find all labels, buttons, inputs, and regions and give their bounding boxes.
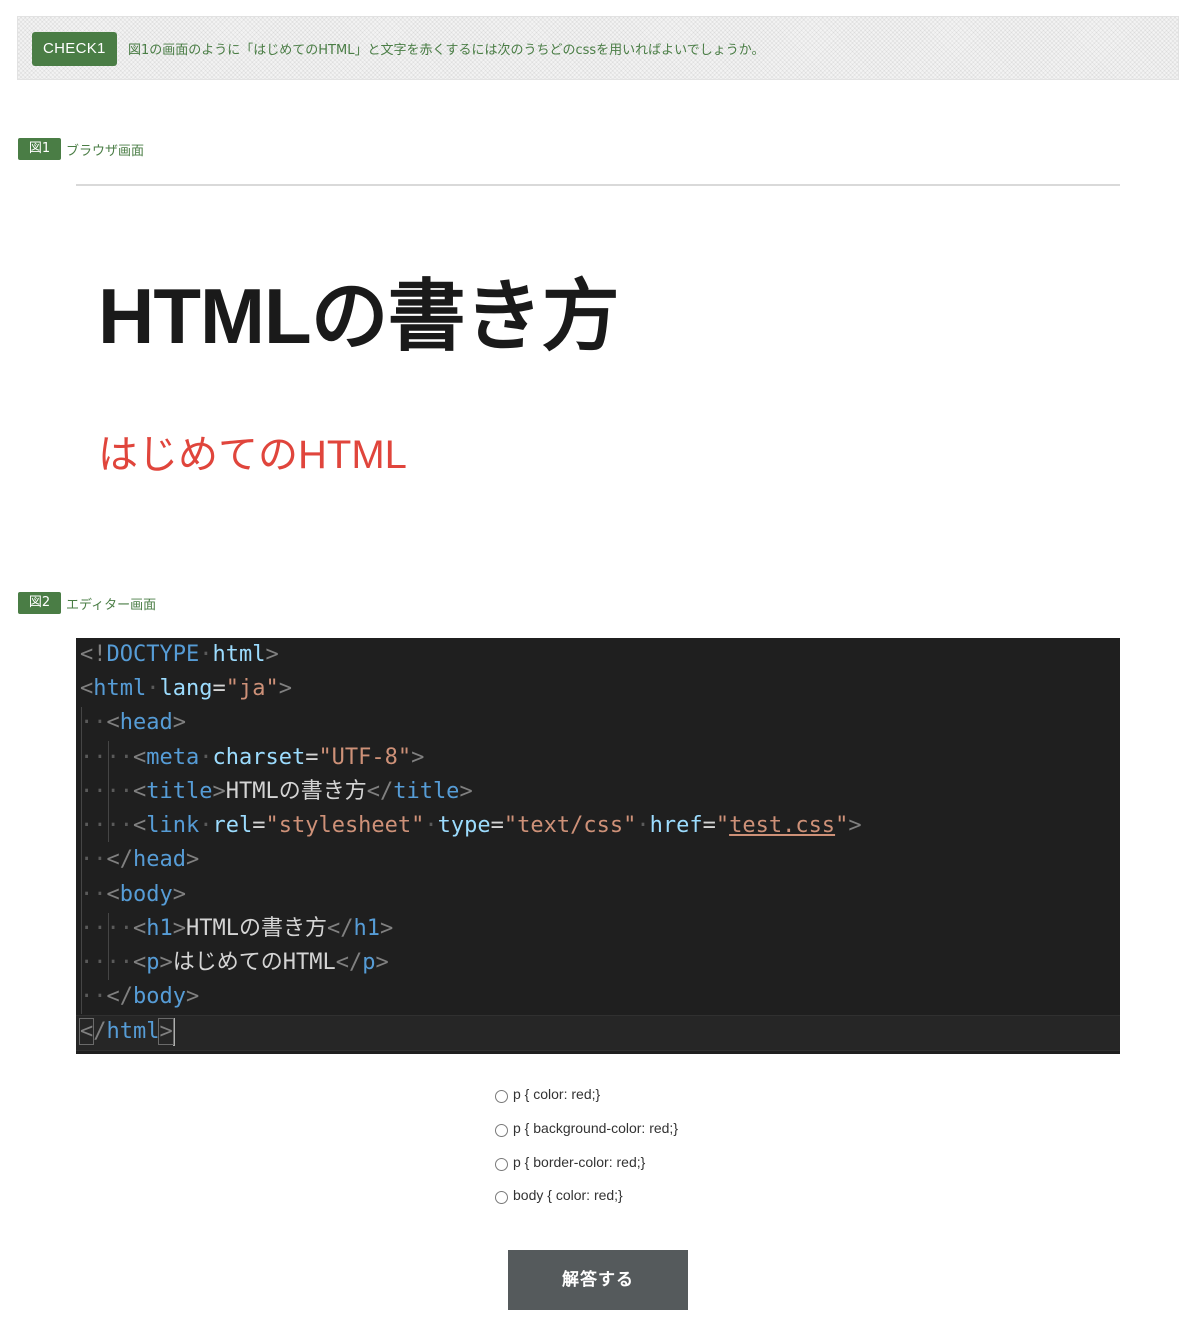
radio-button[interactable] bbox=[495, 1191, 508, 1204]
question-text: 図1の画面のように「はじめてのHTML」と文字を赤くするには次のうちどのcssを… bbox=[128, 43, 765, 58]
figure1-caption: ブラウザ画面 bbox=[66, 144, 145, 159]
radio-button[interactable] bbox=[495, 1090, 508, 1103]
code-line: ··</body> bbox=[80, 984, 200, 1009]
browser-divider bbox=[76, 184, 1120, 186]
code-editor[interactable]: <!DOCTYPE·html> <html·lang="ja"> ··<head… bbox=[76, 638, 1120, 1054]
figure2-caption: エディター画面 bbox=[66, 598, 157, 613]
code-line: ····<meta·charset="UTF-8"> bbox=[80, 745, 425, 770]
submit-answer-button[interactable]: 解答する bbox=[508, 1250, 688, 1310]
current-line-highlight bbox=[76, 1015, 1120, 1051]
code-line: ··</head> bbox=[80, 847, 200, 872]
figure1-badge: 図1 bbox=[18, 138, 61, 160]
browser-heading: HTMLの書き方 bbox=[98, 272, 620, 360]
code-line: ····<link·rel="stylesheet"·type="text/cs… bbox=[80, 813, 862, 838]
text-cursor bbox=[172, 1018, 175, 1046]
code-line: ····<h1>HTMLの書き方</h1> bbox=[80, 916, 394, 941]
radio-button[interactable] bbox=[495, 1124, 508, 1137]
code-line: ··<head> bbox=[80, 710, 186, 735]
code-line: <!DOCTYPE·html> bbox=[80, 642, 279, 667]
option-label: body { color: red;} bbox=[513, 1187, 623, 1203]
check-badge: CHECK1 bbox=[32, 32, 117, 66]
option-label: p { background-color: red;} bbox=[513, 1120, 678, 1136]
code-line: ··<body> bbox=[80, 882, 186, 907]
radio-button[interactable] bbox=[495, 1158, 508, 1171]
code-line: <html·lang="ja"> bbox=[80, 676, 292, 701]
code-line: </html> bbox=[78, 1018, 175, 1046]
option-label: p { color: red;} bbox=[513, 1086, 601, 1102]
check-question-box: CHECK1 図1の画面のように「はじめてのHTML」と文字を赤くするには次のう… bbox=[17, 16, 1179, 80]
option-label: p { border-color: red;} bbox=[513, 1154, 646, 1170]
code-line: ····<p>はじめてのHTML</p> bbox=[80, 950, 389, 975]
code-line: ····<title>HTMLの書き方</title> bbox=[80, 779, 473, 804]
browser-red-paragraph: はじめてのHTML bbox=[98, 433, 407, 477]
stylesheet-link[interactable]: test.css bbox=[729, 813, 835, 838]
figure2-badge: 図2 bbox=[18, 592, 61, 614]
